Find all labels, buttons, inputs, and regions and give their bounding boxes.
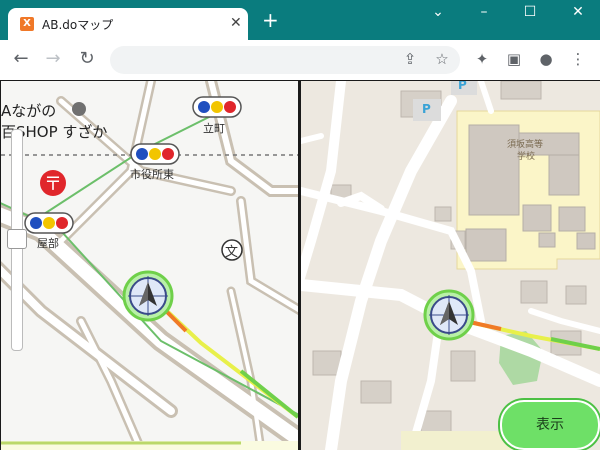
- signal-icon: [24, 212, 74, 234]
- school-map-icon: 文: [225, 245, 239, 260]
- browser-menu-icon[interactable]: ⋮: [568, 50, 588, 68]
- stop-label-heya: 屋部: [37, 237, 59, 250]
- bookmark-star-icon[interactable]: ☆: [432, 50, 452, 68]
- minimize-button[interactable]: –: [474, 4, 494, 20]
- maximize-button[interactable]: ☐: [520, 4, 540, 20]
- reload-button[interactable]: ↻: [76, 48, 98, 69]
- zoom-slider-handle[interactable]: [7, 229, 27, 249]
- page-content: 〒 Aながの 百SHOP すざか 立町 市役所東 屋部 文 須坂高等 学校 P …: [0, 80, 600, 450]
- signal-icon: [130, 143, 180, 165]
- new-tab-button[interactable]: +: [262, 10, 279, 30]
- show-button-label: 表示: [536, 417, 564, 433]
- forward-button[interactable]: →: [42, 48, 64, 69]
- signal-icon: [192, 96, 242, 118]
- current-location-icon: [122, 270, 174, 322]
- parking-label: P: [422, 102, 431, 116]
- show-button[interactable]: 表示: [500, 400, 600, 450]
- shop-label-line1: Aながの: [1, 102, 57, 120]
- window-close-button[interactable]: ✕: [568, 4, 588, 20]
- stop-label-shiyakusho: 市役所東: [130, 168, 174, 181]
- browser-titlebar: X AB.doマップ ✕ + ⌄ – ☐ ✕: [0, 0, 600, 40]
- side-panel-icon[interactable]: ▣: [504, 50, 524, 68]
- tab-close-icon[interactable]: ✕: [230, 15, 242, 31]
- tab-search-icon[interactable]: ⌄: [428, 4, 448, 20]
- favicon-icon: X: [20, 17, 34, 31]
- current-location-icon: [423, 289, 475, 341]
- extensions-icon[interactable]: ✦: [472, 50, 492, 68]
- school-name-line2: 学校: [517, 152, 536, 162]
- stop-label-tachimachi: 立町: [203, 122, 225, 135]
- profile-avatar-icon[interactable]: ●: [536, 50, 556, 68]
- right-map-canvas: [301, 81, 600, 450]
- browser-toolbar: ← → ↻ ⇪ ☆ ✦ ▣ ● ⋮: [0, 40, 600, 81]
- share-icon[interactable]: ⇪: [400, 50, 420, 68]
- tab-title: AB.doマップ: [42, 18, 114, 32]
- left-map[interactable]: 〒 Aながの 百SHOP すざか 立町 市役所東 屋部 文: [1, 81, 298, 450]
- right-map[interactable]: 須坂高等 学校 P P: [301, 81, 600, 450]
- svg-text:〒: 〒: [44, 174, 62, 195]
- parking-label: P: [458, 81, 467, 92]
- back-button[interactable]: ←: [10, 48, 32, 69]
- browser-tab[interactable]: X AB.doマップ ✕: [8, 8, 248, 40]
